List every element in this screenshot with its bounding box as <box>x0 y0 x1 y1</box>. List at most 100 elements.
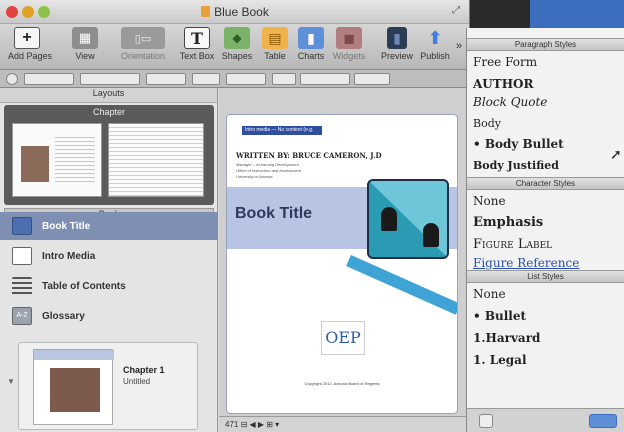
textbox-button[interactable]: T Text Box <box>178 27 216 61</box>
chapter-page-preview <box>33 349 114 425</box>
sidebar-item-label: Glossary <box>42 310 85 322</box>
shapes-button[interactable]: ◆ Shapes <box>218 27 256 61</box>
text-color-well[interactable] <box>226 73 266 85</box>
shapes-icon: ◆ <box>224 27 250 49</box>
status-bar: 471 ⊟ ◀ ▶ ⊞ ▾ <box>219 416 469 432</box>
layout-page-left <box>12 123 102 197</box>
paragraph-style-body-justified[interactable]: Body Justified <box>467 155 624 177</box>
widgets-button[interactable]: ◼ Widgets <box>330 27 368 61</box>
character-style-none[interactable]: None <box>467 190 624 212</box>
fullscreen-icon[interactable]: ⤢ <box>452 5 464 17</box>
sidebar-item-label: Table of Contents <box>42 280 126 292</box>
layouts-header: Layouts <box>0 88 217 103</box>
glossary-icon: A-Z <box>12 307 32 325</box>
list-styles-header: List Styles <box>467 270 624 283</box>
author-subtitle-3: University of Arizona <box>236 174 273 179</box>
illustration-figure-left <box>381 207 397 231</box>
sidebar-item-intro-media[interactable]: Intro Media <box>0 242 218 270</box>
chapter-thumbnail[interactable]: ▼ Chapter 1 Untitled <box>7 342 198 430</box>
format-toggle-button[interactable] <box>6 73 18 85</box>
intro-media-bar[interactable]: Intro media — No content (e.g. movie) <box>242 126 322 142</box>
list-style-legal[interactable]: 1. Legal <box>467 349 624 371</box>
chart-icon: ▮ <box>298 27 324 49</box>
table-button[interactable]: ▤ Table <box>256 27 294 61</box>
charts-button[interactable]: ▮ Charts <box>292 27 330 61</box>
view-icon: ▦ <box>72 27 98 49</box>
layout-photo <box>21 146 49 182</box>
shapes-label: Shapes <box>221 51 253 61</box>
chapter-subtitle: Untitled <box>123 377 151 386</box>
paragraph-style-block-quote[interactable]: Block Quote <box>467 91 624 113</box>
styles-drawer-footer <box>467 408 624 432</box>
sidebar-item-glossary[interactable]: A-Z Glossary <box>0 302 218 330</box>
styles-drawer: Paragraph Styles Free Form AUTHOR Block … <box>466 28 624 432</box>
sidebar-item-label: Intro Media <box>42 250 96 262</box>
orientation-icon: ▯▭ <box>121 27 165 49</box>
toolbar-overflow-button[interactable]: » <box>456 40 462 52</box>
book-icon <box>201 6 211 17</box>
chapter-preview-banner <box>34 350 114 360</box>
view-button[interactable]: ▦ View <box>66 27 104 61</box>
widgets-label: Widgets <box>332 51 366 61</box>
layout-text-lines <box>55 134 95 184</box>
character-style-figure-label[interactable]: Figure Label <box>467 234 624 256</box>
toc-icon <box>12 277 32 295</box>
copyright-line[interactable]: Copyright 2012, Arizona Board of Regents <box>227 381 457 386</box>
orientation-control[interactable]: ▯▭ Orientation <box>118 27 168 61</box>
list-style-none[interactable]: None <box>467 283 624 305</box>
paragraph-styles-header: Paragraph Styles <box>467 38 624 51</box>
disclosure-triangle-icon[interactable]: ▼ <box>7 377 15 386</box>
table-icon: ▤ <box>262 27 288 49</box>
add-pages-button[interactable]: + Add Pages <box>8 27 52 61</box>
character-style-emphasis[interactable]: Emphasis <box>467 212 624 234</box>
view-label: View <box>75 51 95 61</box>
layout-thumbnail-chapter[interactable]: Chapter <box>4 105 214 205</box>
illustration-figure-right <box>423 223 439 247</box>
bold-button[interactable] <box>272 73 296 85</box>
font-family-popup[interactable] <box>80 73 140 85</box>
author-line[interactable]: WRITTEN BY: BRUCE CAMERON, J.D <box>236 151 382 160</box>
sidebar-item-label: Book Title <box>42 220 91 232</box>
mouse-cursor-icon: ➚ <box>610 146 622 162</box>
preview-icon: ▮ <box>387 27 407 49</box>
preview-button[interactable]: ▮ Preview <box>378 27 416 61</box>
orientation-label: Orientation <box>120 51 166 61</box>
style-popup[interactable] <box>24 73 74 85</box>
desktop-background <box>530 0 624 28</box>
chapter-title: Chapter 1 <box>123 365 165 375</box>
settings-gear-icon[interactable] <box>479 414 493 428</box>
sidebar-item-book-title[interactable]: Book Title <box>0 212 218 240</box>
drawer-toggle-button[interactable] <box>589 414 617 428</box>
book-title-icon <box>12 217 32 235</box>
character-style-figure-reference[interactable]: Figure Reference <box>467 256 624 270</box>
ribbon-shape <box>346 255 457 315</box>
add-pages-icon: + <box>14 27 40 49</box>
charts-label: Charts <box>297 51 325 61</box>
alignment-buttons[interactable] <box>300 73 350 85</box>
font-style-popup[interactable] <box>146 73 186 85</box>
cover-illustration[interactable] <box>367 179 449 259</box>
textbox-label: Text Box <box>179 51 215 61</box>
sidebar-item-toc[interactable]: Table of Contents <box>0 272 218 300</box>
publish-button[interactable]: ⬆ Publish <box>416 27 454 62</box>
font-size-field[interactable] <box>192 73 220 85</box>
editing-canvas: Intro media — No content (e.g. movie) WR… <box>219 88 469 432</box>
list-style-harvard[interactable]: 1.Harvard <box>467 327 624 349</box>
oep-logo[interactable]: OEP <box>321 321 365 355</box>
book-title-text[interactable]: Book Title <box>235 205 312 223</box>
author-subtitle: Manager – eLearning Development <box>236 162 299 167</box>
format-bar <box>0 70 469 88</box>
paragraph-style-free-form[interactable]: Free Form <box>467 51 624 73</box>
window-title-text: Blue Book <box>214 5 269 19</box>
toolbar: + Add Pages ▦ View ▯▭ Orientation T Text… <box>0 24 469 70</box>
spacing-popup[interactable] <box>354 73 390 85</box>
paragraph-style-body[interactable]: Body <box>467 113 624 135</box>
paragraph-style-body-bullet[interactable]: • Body Bullet <box>467 133 624 155</box>
author-subtitle-2: Office of Instruction and Assessment <box>236 168 301 173</box>
table-label: Table <box>264 51 286 61</box>
publish-label: Publish <box>420 51 450 61</box>
book-title-page[interactable]: Intro media — No content (e.g. movie) WR… <box>226 114 458 414</box>
intro-media-icon <box>12 247 32 265</box>
chapter-preview-photo <box>50 368 100 412</box>
list-style-bullet[interactable]: • Bullet <box>467 305 624 327</box>
